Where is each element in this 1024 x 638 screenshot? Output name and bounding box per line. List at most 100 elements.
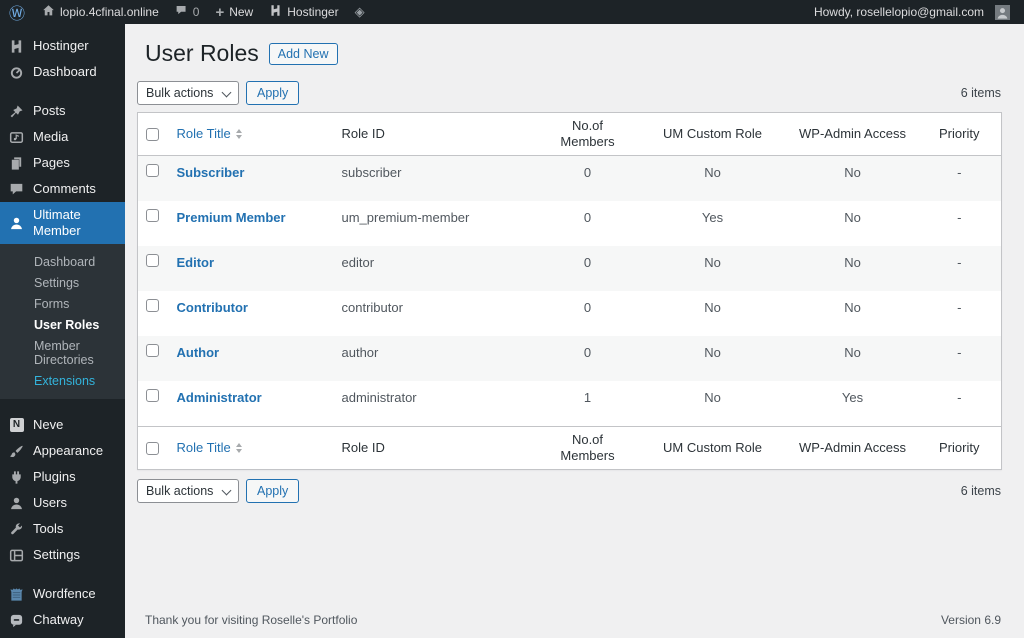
priority-cell: - — [957, 255, 962, 270]
chat-bubble-icon — [9, 613, 24, 628]
members-cell: 0 — [583, 345, 592, 360]
column-members: No.of Members — [560, 118, 615, 149]
comments-link[interactable]: 0 — [167, 0, 208, 24]
howdy-label: Howdy, rosellelopio@gmail.com — [813, 5, 984, 19]
page-header: User Roles Add New — [145, 39, 1001, 68]
sidebar-item-dashboard[interactable]: Dashboard — [0, 59, 125, 85]
row-checkbox[interactable] — [146, 164, 159, 177]
priority-cell: - — [957, 210, 962, 225]
menu-separator — [0, 85, 125, 98]
um-custom-role-cell: No — [704, 390, 721, 405]
site-name-link[interactable]: lopio.4cfinal.online — [34, 0, 167, 24]
bulk-actions-select[interactable]: Bulk actions — [137, 478, 239, 503]
sidebar-item-posts[interactable]: Posts — [0, 98, 125, 124]
table-row: Editor editor 0 No No - — [137, 246, 1002, 291]
sidebar-item-chatway[interactable]: Chatway — [0, 607, 125, 633]
sidebar-item-ultimate-member[interactable]: Ultimate Member — [0, 202, 125, 244]
role-title-link[interactable]: Administrator — [177, 390, 262, 405]
page-title: User Roles — [145, 40, 259, 66]
submenu-item-forms[interactable]: Forms — [0, 293, 125, 314]
sidebar-item-tools[interactable]: Tools — [0, 516, 125, 542]
person-icon — [9, 216, 24, 231]
priority-cell: - — [957, 345, 962, 360]
wp-admin-access-cell: No — [844, 165, 861, 180]
column-members: No.of Members — [560, 432, 615, 463]
user-roles-table: Role Title Role ID No.of Members UM Cust… — [137, 112, 1002, 470]
submenu-item-member-directories[interactable]: Member Directories — [0, 335, 125, 370]
um-custom-role-cell: No — [704, 345, 721, 360]
row-checkbox[interactable] — [146, 344, 159, 357]
role-title-link[interactable]: Author — [177, 345, 220, 360]
um-custom-role-cell: Yes — [701, 210, 724, 225]
sliders-icon — [9, 548, 24, 563]
column-role-id: Role ID — [341, 440, 385, 455]
sidebar-item-appearance[interactable]: Appearance — [0, 438, 125, 464]
role-id-cell: subscriber — [341, 165, 402, 180]
main-content: User Roles Add New Bulk actions Apply 6 … — [125, 0, 1024, 638]
wp-admin-access-cell: No — [844, 255, 861, 270]
table-row: Contributor contributor 0 No No - — [138, 291, 1002, 336]
role-id-cell: editor — [341, 255, 375, 270]
role-id-cell: um_premium-member — [341, 210, 470, 225]
column-role-title-sort[interactable]: Role Title — [177, 126, 242, 142]
pushpin-icon — [9, 104, 24, 119]
submenu-item-extensions[interactable]: Extensions — [0, 370, 125, 391]
submenu-item-user-roles[interactable]: User Roles — [0, 314, 125, 335]
submenu-item-settings[interactable]: Settings — [0, 272, 125, 293]
speech-bubble-icon — [9, 182, 24, 197]
column-um-custom-role: UM Custom Role — [663, 126, 762, 141]
sidebar-item-pages[interactable]: Pages — [0, 150, 125, 176]
role-title-link[interactable]: Premium Member — [177, 210, 286, 225]
home-icon — [42, 4, 55, 20]
column-um-custom-role: UM Custom Role — [663, 440, 762, 455]
wp-admin-access-cell: Yes — [841, 390, 864, 405]
role-title-link[interactable]: Editor — [177, 255, 215, 270]
items-count: 6 items — [960, 85, 1001, 100]
row-checkbox[interactable] — [146, 254, 159, 267]
litespeed-toolbar-icon[interactable]: ◈ — [347, 0, 373, 24]
select-all-checkbox[interactable] — [146, 442, 159, 455]
sidebar-item-litespeed-cache[interactable]: ◈ LiteSpeed Cache — [0, 633, 125, 638]
wordpress-logo-icon[interactable]: Ⓦ — [0, 0, 34, 24]
apply-button[interactable]: Apply — [246, 478, 300, 503]
items-count: 6 items — [960, 483, 1001, 498]
sidebar-item-comments[interactable]: Comments — [0, 176, 125, 202]
neve-icon: N — [9, 418, 24, 433]
comment-count: 0 — [192, 5, 200, 19]
pages-icon — [9, 156, 24, 171]
add-new-button[interactable]: Add New — [268, 42, 338, 65]
role-title-link[interactable]: Subscriber — [177, 165, 245, 180]
role-title-link[interactable]: Contributor — [177, 300, 248, 315]
menu-separator — [0, 568, 125, 581]
wp-admin-access-cell: No — [844, 300, 861, 315]
members-cell: 1 — [583, 390, 592, 405]
table-row: Author author 0 No No - — [137, 336, 1002, 381]
account-menu[interactable]: Howdy, rosellelopio@gmail.com — [806, 0, 1018, 24]
sidebar-item-hostinger[interactable]: Hostinger — [0, 33, 125, 59]
submenu-item-dashboard[interactable]: Dashboard — [0, 251, 125, 272]
hostinger-toolbar-link[interactable]: Hostinger — [261, 0, 346, 24]
ultimate-member-submenu: Dashboard Settings Forms User Roles Memb… — [0, 244, 125, 399]
column-priority: Priority — [939, 440, 980, 455]
row-checkbox[interactable] — [146, 209, 159, 222]
bulk-actions-wrapper: Bulk actions — [137, 80, 239, 105]
row-checkbox[interactable] — [146, 389, 159, 402]
footer-version: Version 6.9 — [940, 613, 1001, 627]
members-cell: 0 — [583, 210, 592, 225]
sidebar-item-users[interactable]: Users — [0, 490, 125, 516]
column-role-title-sort[interactable]: Role Title — [177, 440, 242, 456]
sidebar-item-neve[interactable]: N Neve — [0, 412, 125, 438]
sidebar-item-settings[interactable]: Settings — [0, 542, 125, 568]
apply-button[interactable]: Apply — [246, 80, 300, 105]
sidebar-item-plugins[interactable]: Plugins — [0, 464, 125, 490]
role-id-cell: administrator — [341, 390, 417, 405]
select-all-checkbox[interactable] — [146, 128, 159, 141]
sidebar-item-media[interactable]: Media — [0, 124, 125, 150]
admin-sidebar: Hostinger Dashboard Posts Media Pages Co… — [0, 24, 125, 638]
person-icon — [9, 496, 24, 511]
row-checkbox[interactable] — [146, 299, 159, 312]
bulk-actions-select[interactable]: Bulk actions — [137, 80, 239, 105]
new-content-link[interactable]: + New — [207, 0, 261, 24]
sidebar-item-wordfence[interactable]: Wordfence — [0, 581, 125, 607]
wp-admin-access-cell: No — [844, 345, 861, 360]
